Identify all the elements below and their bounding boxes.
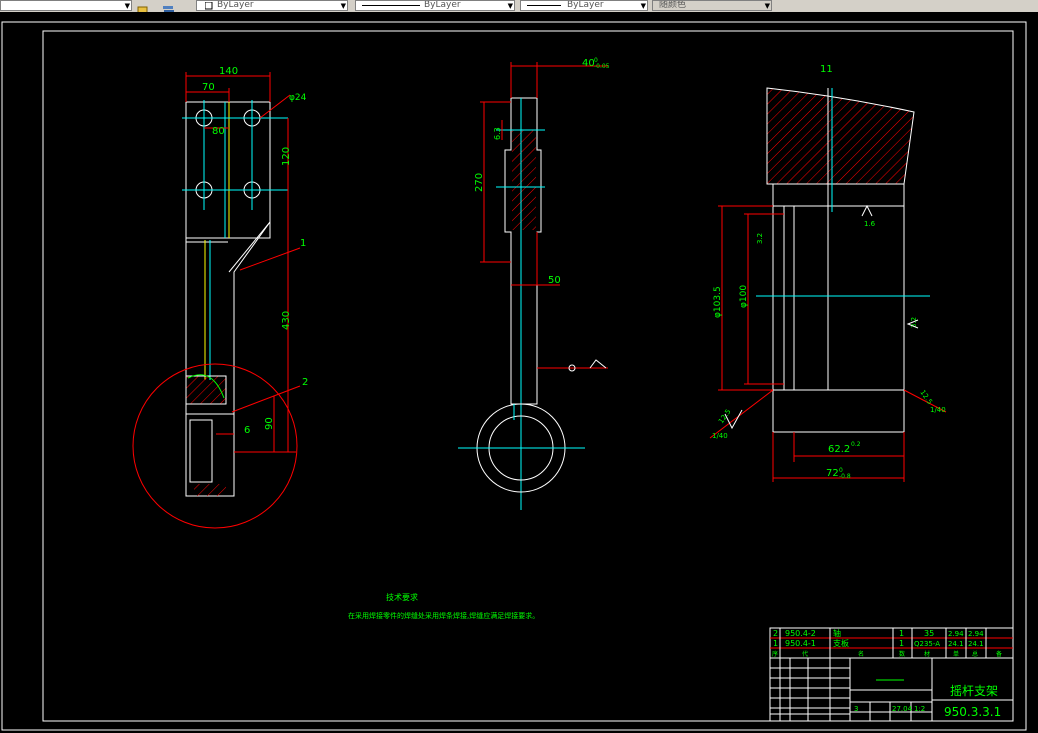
- color-dropdown[interactable]: ByLayer ▼: [196, 0, 348, 11]
- layer-manager-icon[interactable]: [137, 0, 149, 14]
- plotstyle-dropdown[interactable]: 随颜色 ▼: [652, 0, 772, 11]
- roughness-3-2-left: 3.2: [756, 233, 764, 244]
- lineweight-value: ByLayer: [567, 0, 604, 10]
- row1-qty: 1: [899, 639, 904, 648]
- dim-62-2: 62.2: [828, 444, 850, 455]
- tech-title: 技术要求: [386, 592, 418, 602]
- tech-text: 在采用焊接零件的焊缝处采用焊条焊接,焊缝应满足焊接要求。: [348, 611, 539, 620]
- balloon-1: 1: [300, 238, 306, 249]
- linetype-dropdown[interactable]: ByLayer ▼: [355, 0, 515, 11]
- row2-name: 轴: [833, 628, 841, 638]
- dim-50: 50: [548, 275, 561, 286]
- color-swatch-icon: [205, 2, 213, 10]
- dim-40: 40: [582, 58, 595, 69]
- chevron-down-icon: ▼: [507, 2, 513, 10]
- dim-72-tol-dn: -0.8: [839, 473, 851, 480]
- chevron-down-icon: ▼: [340, 2, 346, 10]
- header-col-7: 备: [996, 650, 1002, 658]
- header-col-2: 名: [858, 650, 864, 658]
- drawing-canvas[interactable]: 140 70 80 φ24 120 430 90 6 1 2 40 0 -0.0…: [0, 12, 1038, 733]
- dim-90: 90: [264, 417, 275, 430]
- dim-40-tol-dn: -0.05: [594, 63, 610, 70]
- dim-62-2-tol: 0.2: [851, 441, 861, 448]
- dim-270: 270: [474, 173, 485, 192]
- dim-70: 70: [202, 82, 215, 93]
- dim-phi100: φ100: [739, 285, 749, 308]
- row2-mat: 35: [924, 629, 934, 638]
- chevron-down-icon: ▼: [640, 2, 646, 10]
- row1-code: 950.4-1: [785, 639, 816, 648]
- row1-w2: 24.1: [968, 640, 984, 648]
- row2-code: 950.4-2: [785, 629, 816, 638]
- linetype-value: ByLayer: [424, 0, 461, 10]
- header-col-4: 材: [924, 650, 930, 658]
- roughness-1-6: 1.6: [864, 220, 876, 228]
- chamfer-left: 1/40: [712, 432, 728, 440]
- row2-w1: 2.94: [948, 630, 964, 638]
- part-code: 950.3.3.1: [944, 705, 1001, 719]
- row2-no: 2: [773, 629, 778, 638]
- color-value: ByLayer: [217, 0, 254, 10]
- chevron-down-icon: ▼: [124, 2, 130, 10]
- row1-no: 1: [773, 639, 778, 648]
- header-col-1: 代: [802, 650, 808, 658]
- header-col-3: 数: [899, 650, 905, 658]
- dim-72: 72: [826, 468, 839, 479]
- header-col-5: 单: [953, 650, 959, 658]
- layer-stack-icon[interactable]: [162, 0, 174, 13]
- row1-mat: Q235-A: [914, 640, 940, 648]
- dim-140: 140: [219, 66, 238, 77]
- row1-name: 支板: [833, 638, 849, 648]
- row2-qty: 1: [899, 629, 904, 638]
- section-label: 11: [820, 64, 833, 75]
- header-col-0: 序: [772, 650, 778, 658]
- dim-120: 120: [281, 147, 292, 166]
- roughness-6-3: 6.3: [493, 127, 502, 140]
- dim-phi103-5: φ103.5: [713, 286, 723, 318]
- layer-state-dropdown[interactable]: ▼: [0, 0, 132, 11]
- balloon-2: 2: [302, 377, 308, 388]
- header-col-6: 总: [972, 650, 978, 658]
- scale-value: 1:2: [914, 705, 925, 713]
- row1-w1: 24.1: [948, 640, 964, 648]
- chamfer-right: 1/40: [930, 406, 946, 414]
- dim-phi24: φ24: [289, 93, 307, 103]
- lineweight-preview: [527, 5, 561, 6]
- row2-w2: 2.94: [968, 630, 984, 638]
- part-name: 摇杆支架: [950, 684, 998, 698]
- sheet-number: 3: [854, 705, 858, 713]
- lineweight-dropdown[interactable]: ByLayer ▼: [520, 0, 648, 11]
- linetype-preview: [362, 5, 420, 6]
- dim-6: 6: [244, 425, 250, 436]
- weight-value: 27.04: [892, 705, 913, 713]
- dim-80: 80: [212, 126, 225, 137]
- chevron-down-icon: ▼: [764, 2, 770, 10]
- dim-430: 430: [281, 311, 292, 330]
- plotstyle-value: 随颜色: [659, 0, 687, 10]
